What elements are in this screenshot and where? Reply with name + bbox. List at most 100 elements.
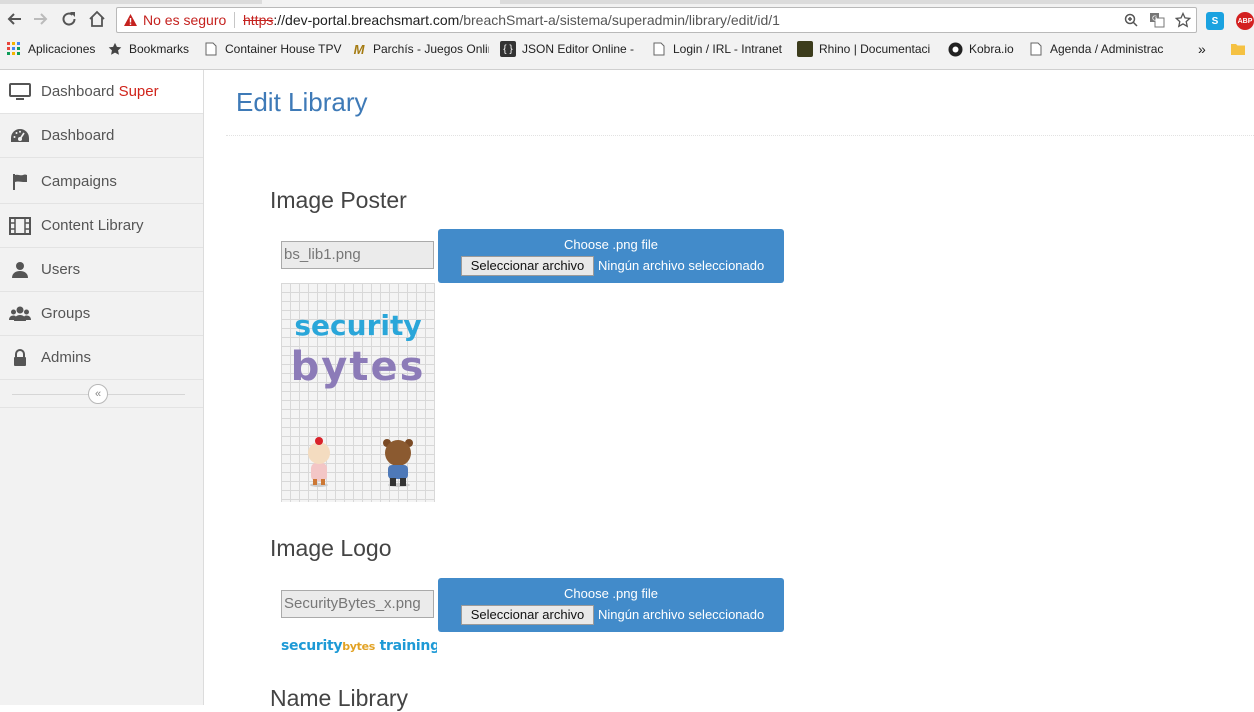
svg-text:securitybytes training: securitybytes training bbox=[281, 638, 437, 654]
security-bytes-training-logo: securitybytes training bbox=[281, 638, 440, 654]
logo-no-file-text: Ningún archivo seleccionado bbox=[598, 607, 765, 622]
address-bar[interactable]: No es seguro https://dev-portal.breachsm… bbox=[116, 7, 1197, 33]
url-text[interactable]: https://dev-portal.breachsmart.com/breac… bbox=[243, 8, 780, 32]
logo-art-part1: security bbox=[281, 638, 342, 654]
apps-grid-icon bbox=[6, 41, 22, 57]
logo-choose-label: Choose .png file bbox=[564, 586, 658, 601]
url-host: ://dev-portal.breachsmart.com bbox=[273, 12, 460, 28]
monitor-icon bbox=[9, 82, 31, 102]
logo-file-chooser[interactable]: Choose .png file Seleccionar archivo Nin… bbox=[438, 578, 784, 632]
reload-icon bbox=[62, 12, 76, 26]
sidebar-item-label: Users bbox=[41, 261, 81, 278]
sidebar-item-label: Groups bbox=[41, 305, 91, 322]
sidebar: Dashboard Super Dashboard Campaigns Cont… bbox=[0, 70, 204, 705]
back-arrow-icon bbox=[7, 13, 21, 25]
bookmark-label: Agenda / Administrac bbox=[1050, 42, 1164, 56]
warning-triangle-icon bbox=[124, 14, 137, 26]
translate-icon[interactable]: G bbox=[1148, 11, 1166, 29]
poster-choose-label: Choose .png file bbox=[564, 237, 658, 252]
logo-filename-field[interactable]: SecurityBytes_x.png bbox=[281, 590, 434, 618]
poster-art-line2: bytes bbox=[291, 344, 426, 390]
logo-preview-image: securitybytes training bbox=[281, 632, 440, 661]
logo-art-part2: bytes bbox=[342, 640, 376, 653]
bookmark-label: Container House TPV bbox=[225, 42, 342, 56]
bear-character-figure bbox=[383, 439, 413, 487]
bookmark-label: Rhino | Documentaci bbox=[819, 42, 931, 56]
sidebar-item-campaigns[interactable]: Campaigns bbox=[0, 160, 203, 204]
bookmark-label: JSON Editor Online - bbox=[522, 42, 635, 56]
folder-icon bbox=[1230, 41, 1246, 57]
sidebar-collapse-row: « bbox=[0, 380, 203, 408]
bookmark-label: Aplicaciones bbox=[28, 42, 96, 56]
json-icon: { } bbox=[500, 41, 516, 57]
sidebar-item-label-text: Dashboard bbox=[41, 83, 119, 100]
sidebar-item-groups[interactable]: Groups bbox=[0, 292, 203, 336]
sidebar-item-dashboard[interactable]: Dashboard bbox=[0, 114, 203, 158]
back-button[interactable] bbox=[3, 8, 25, 30]
sidebar-item-content-library[interactable]: Content Library bbox=[0, 204, 203, 248]
bookmark-rhino[interactable]: Rhino | Documentaci bbox=[797, 40, 933, 58]
bookmark-star-icon[interactable] bbox=[1174, 11, 1192, 29]
home-button[interactable] bbox=[86, 8, 108, 30]
browser-toolbar: No es seguro https://dev-portal.breachsm… bbox=[0, 4, 1254, 36]
logo-art-part3: training bbox=[375, 638, 437, 654]
bookmark-apps[interactable]: Aplicaciones bbox=[6, 40, 95, 58]
name-library-heading: Name Library bbox=[270, 685, 409, 711]
zoom-icon[interactable] bbox=[1122, 11, 1140, 29]
forward-arrow-icon bbox=[34, 13, 48, 25]
url-path: /breachSmart-a/sistema/superadmin/librar… bbox=[459, 12, 780, 28]
bookmark-label: Kobra.io bbox=[969, 42, 1014, 56]
browser-chrome: No es seguro https://dev-portal.breachsm… bbox=[0, 0, 1254, 70]
security-bytes-poster-art: security bytes bbox=[291, 309, 426, 487]
parchis-icon: M bbox=[353, 41, 365, 57]
poster-heading: Image Poster bbox=[270, 187, 407, 213]
title-divider bbox=[226, 135, 1254, 136]
film-icon bbox=[9, 216, 31, 236]
bookmark-bookmarks[interactable]: Bookmarks bbox=[107, 40, 189, 58]
sidebar-item-dashboard-super[interactable]: Dashboard Super bbox=[0, 70, 203, 114]
sidebar-item-label: Campaigns bbox=[41, 173, 117, 190]
bookmark-json-editor[interactable]: { } JSON Editor Online - bbox=[500, 40, 636, 58]
bookmark-login-irl[interactable]: Login / IRL - Intranet bbox=[651, 40, 782, 58]
logo-select-file-button[interactable]: Seleccionar archivo bbox=[461, 605, 594, 625]
page-icon bbox=[651, 41, 667, 57]
bookmarks-bar: Aplicaciones Bookmarks Container House T… bbox=[0, 36, 1254, 62]
star-icon bbox=[107, 41, 123, 57]
poster-art-line1: security bbox=[294, 309, 421, 342]
flag-icon bbox=[9, 172, 31, 192]
address-separator bbox=[234, 12, 235, 28]
sidebar-collapse-button[interactable]: « bbox=[88, 384, 108, 404]
security-warning-text: No es seguro bbox=[143, 12, 227, 28]
super-accent-label: Super bbox=[118, 83, 159, 100]
bookmark-container-house[interactable]: Container House TPV bbox=[203, 40, 342, 58]
rhino-icon bbox=[797, 41, 813, 57]
forward-button[interactable] bbox=[30, 8, 52, 30]
logo-heading: Image Logo bbox=[270, 535, 392, 561]
bookmark-parchis[interactable]: M Parchís - Juegos Onlin bbox=[351, 40, 489, 58]
bookmark-label: Parchís - Juegos Onlin bbox=[373, 42, 489, 56]
bookmark-kobra[interactable]: Kobra.io bbox=[947, 40, 1014, 58]
bookmark-label: Login / IRL - Intranet bbox=[673, 42, 782, 56]
poster-preview-image: security bytes bbox=[281, 283, 435, 502]
sidebar-item-label: Dashboard Super bbox=[41, 83, 159, 100]
reload-button[interactable] bbox=[58, 8, 80, 30]
dashboard-gauge-icon bbox=[9, 126, 31, 146]
poster-filename-field[interactable]: bs_lib1.png bbox=[281, 241, 434, 269]
poster-file-chooser[interactable]: Choose .png file Seleccionar archivo Nin… bbox=[438, 229, 784, 283]
bookmarks-overflow-button[interactable]: » bbox=[1198, 40, 1206, 58]
sidebar-item-label: Admins bbox=[41, 349, 92, 366]
bookmark-agenda[interactable]: Agenda / Administrac bbox=[1028, 40, 1168, 58]
skype-extension-icon[interactable]: S bbox=[1206, 12, 1224, 30]
home-icon bbox=[89, 10, 105, 27]
page-title: Edit Library bbox=[236, 87, 368, 117]
adblock-extension-icon[interactable]: ABP bbox=[1236, 12, 1254, 30]
main-content: Edit Library Image Poster bs_lib1.png Ch… bbox=[205, 70, 1254, 711]
other-bookmarks-folder[interactable] bbox=[1230, 40, 1246, 58]
poster-select-file-button[interactable]: Seleccionar archivo bbox=[461, 256, 594, 276]
address-actions: G bbox=[1122, 11, 1192, 29]
sidebar-item-admins[interactable]: Admins bbox=[0, 336, 203, 380]
sidebar-item-users[interactable]: Users bbox=[0, 248, 203, 292]
security-warning[interactable]: No es seguro bbox=[123, 8, 226, 32]
sidebar-item-label: Dashboard bbox=[41, 127, 115, 144]
url-scheme: https bbox=[243, 12, 274, 28]
